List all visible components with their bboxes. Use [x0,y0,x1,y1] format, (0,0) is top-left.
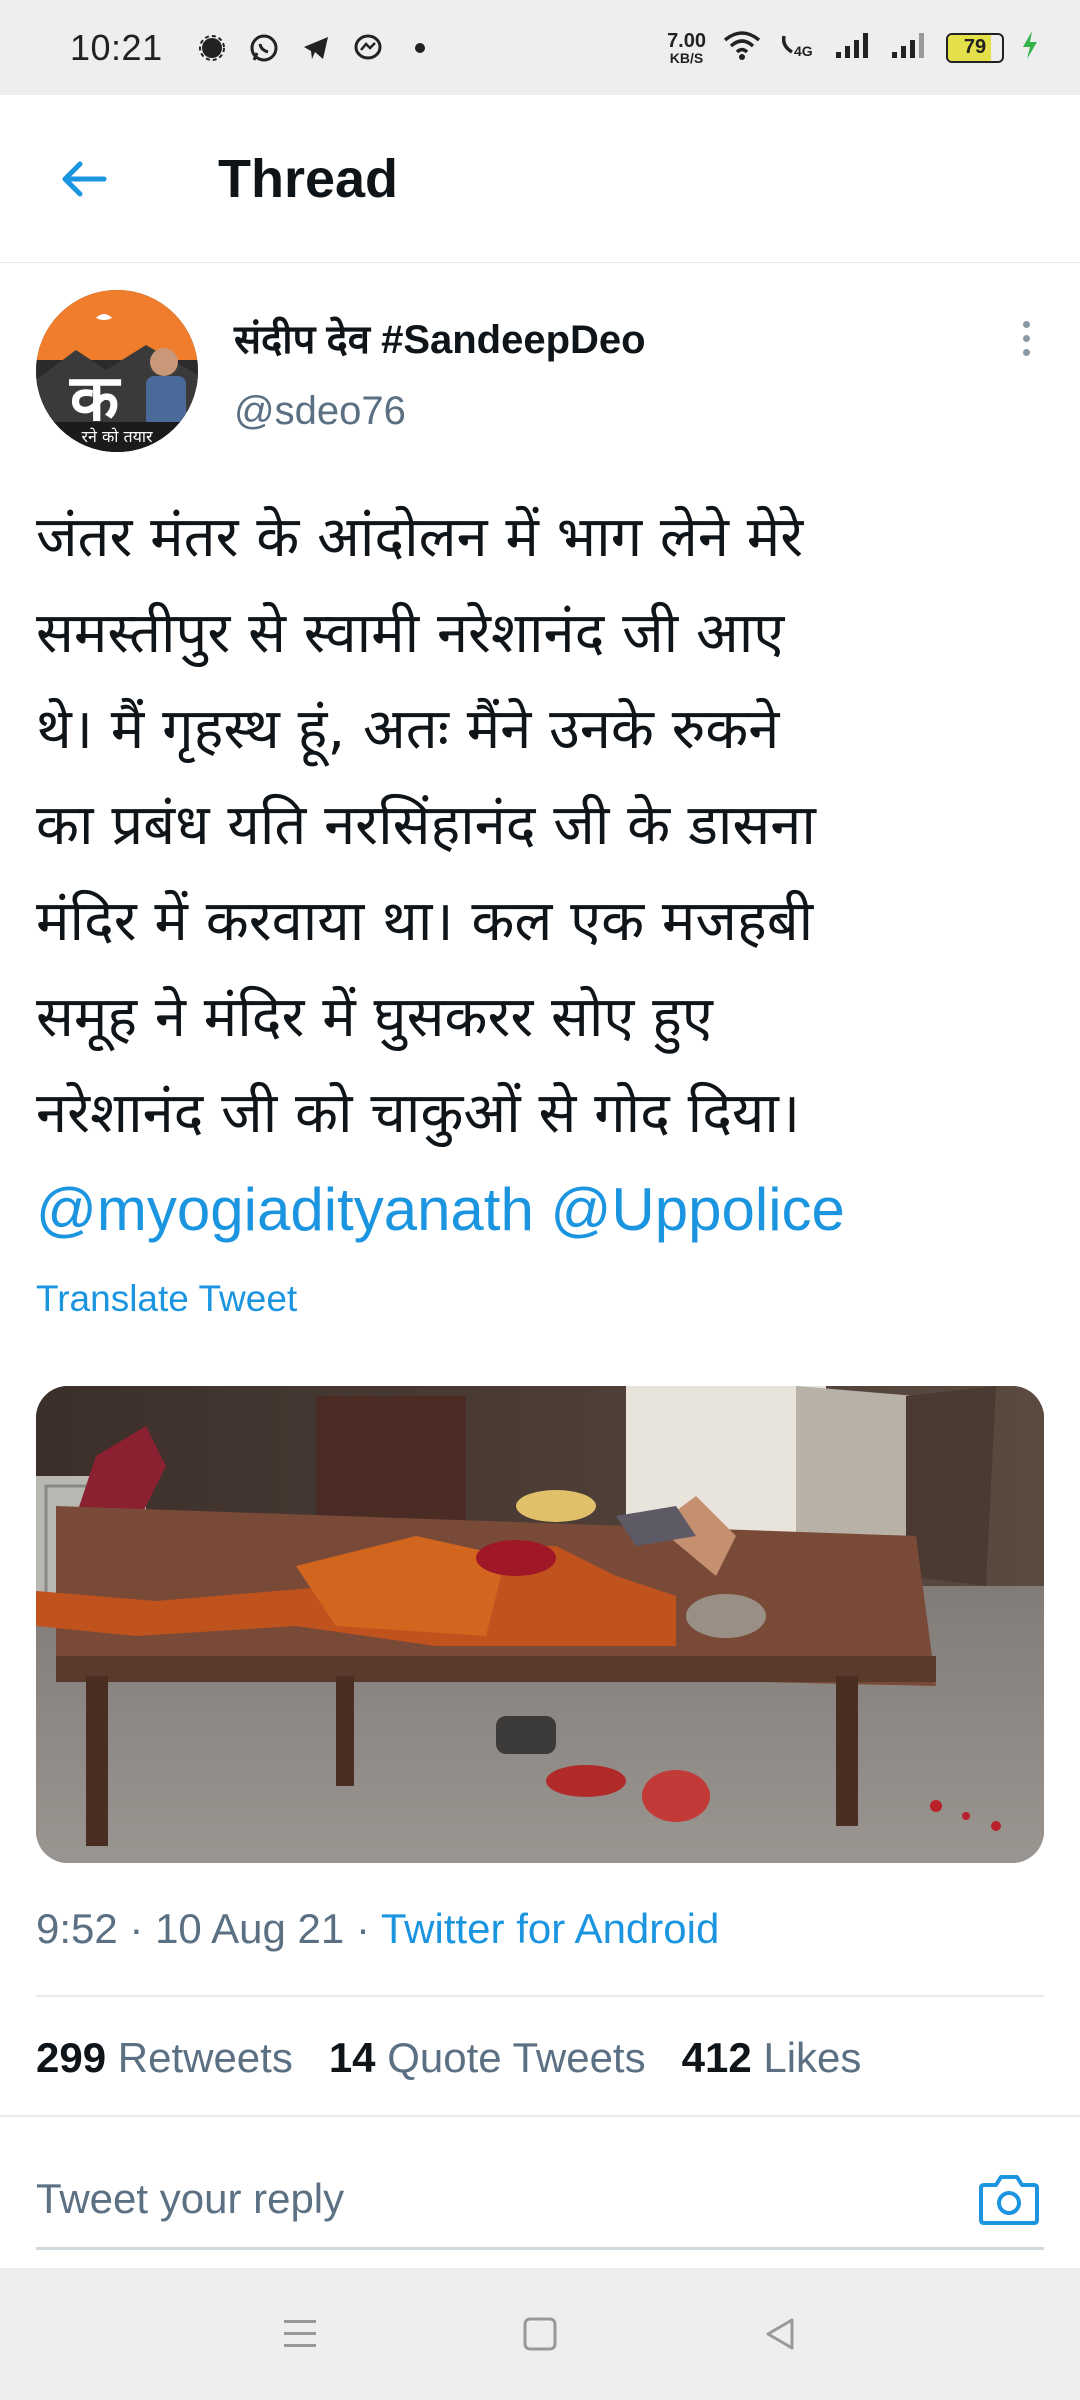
more-options-icon[interactable] [1006,308,1046,368]
arrow-left-icon[interactable] [38,134,128,224]
tweet-text-line: का प्रबंध यति नरसिंहानंद जी के डासना [36,793,816,858]
whatsapp-icon [249,33,279,63]
avatar-caption: रने को तयार [81,427,153,446]
tweet-author: क रने को तयार संदीप देव #SandeepDeo @sde… [36,290,1046,455]
user-handle[interactable]: @sdeo76 [234,389,646,434]
divider [36,1995,1044,1997]
battery-icon: 79 [946,32,1004,63]
tweet-text-line: समस्तीपुर से स्वामी नरेशानंद जी आए [36,601,785,666]
menu-icon[interactable] [270,2304,330,2364]
retweets-stat[interactable]: 299 Retweets [36,2034,293,2082]
status-time: 10:21 [70,26,163,68]
messenger-icon [353,33,383,63]
quote-tweets-stat[interactable]: 14 Quote Tweets [329,2034,646,2082]
tweet-text: जंतर मंतर के आंदोलन में भाग लेने मेरे सम… [36,490,1046,1258]
svg-text:4G: 4G [794,43,813,59]
page-title: Thread [218,148,399,209]
signal-icon [890,30,930,65]
tweet-text-line: जंतर मंतर के आंदोलन में भाग लेने मेरे [36,505,804,570]
tweet-text-line: थे। मैं गृहस्थ हूं, अतः मैंने उनके रुकने [36,697,780,762]
thread-header: Thread [0,95,1080,263]
camera-icon[interactable] [974,2164,1044,2234]
meta-separator: · [129,1905,156,1952]
meta-separator: · [355,1905,381,1952]
notification-icons [197,33,435,63]
home-square-icon[interactable] [510,2304,570,2364]
volte-icon: 4G [778,30,818,65]
display-name[interactable]: संदीप देव #SandeepDeo [234,310,646,365]
reply-composer[interactable]: Tweet your reply [36,2150,1044,2250]
net-speed: 7.00 KB/S [667,29,706,66]
tweet-time: 9:52 [36,1905,118,1952]
back-triangle-icon[interactable] [750,2304,810,2364]
tweet-text-line: समूह ने मंदिर में घुसकरर सोए हुए [36,985,713,1050]
tweet-stats: 299 Retweets 14 Quote Tweets 412 Likes [36,2034,861,2082]
status-bar: 10:21 7.00 KB/S 4G 79 [0,0,1080,95]
divider [0,2115,1080,2117]
system-icons: 7.00 KB/S 4G 79 [667,29,1040,66]
dot-icon [405,33,435,63]
likes-stat[interactable]: 412 Likes [682,2034,862,2082]
tweet-text-line: नरेशानंद जी को चाकुओं से गोद दिया। [36,1081,801,1146]
tweet-photo[interactable] [36,1386,1044,1863]
telegram-icon [301,33,331,63]
system-nav-bar [0,2268,1080,2400]
tweet-text-line: मंदिर में करवाया था। कल एक मजहबी [36,889,814,954]
tweet-source-link[interactable]: Twitter for Android [381,1905,719,1952]
reply-input[interactable]: Tweet your reply [36,2175,344,2223]
charging-icon [1020,29,1040,66]
wifi-icon [722,29,762,66]
translate-tweet-link[interactable]: Translate Tweet [36,1278,297,1320]
avatar[interactable]: क रने को तयार [36,290,198,452]
signal-icon [834,30,874,65]
sync-icon [197,33,227,63]
author-info: संदीप देव #SandeepDeo @sdeo76 [234,290,646,455]
tweet-meta: 9:52 · 10 Aug 21 · Twitter for Android [36,1905,719,1953]
tweet-date: 10 Aug 21 [155,1905,345,1952]
tweet-mentions[interactable]: @myogiadityanath @Uppolice [36,1162,1046,1258]
